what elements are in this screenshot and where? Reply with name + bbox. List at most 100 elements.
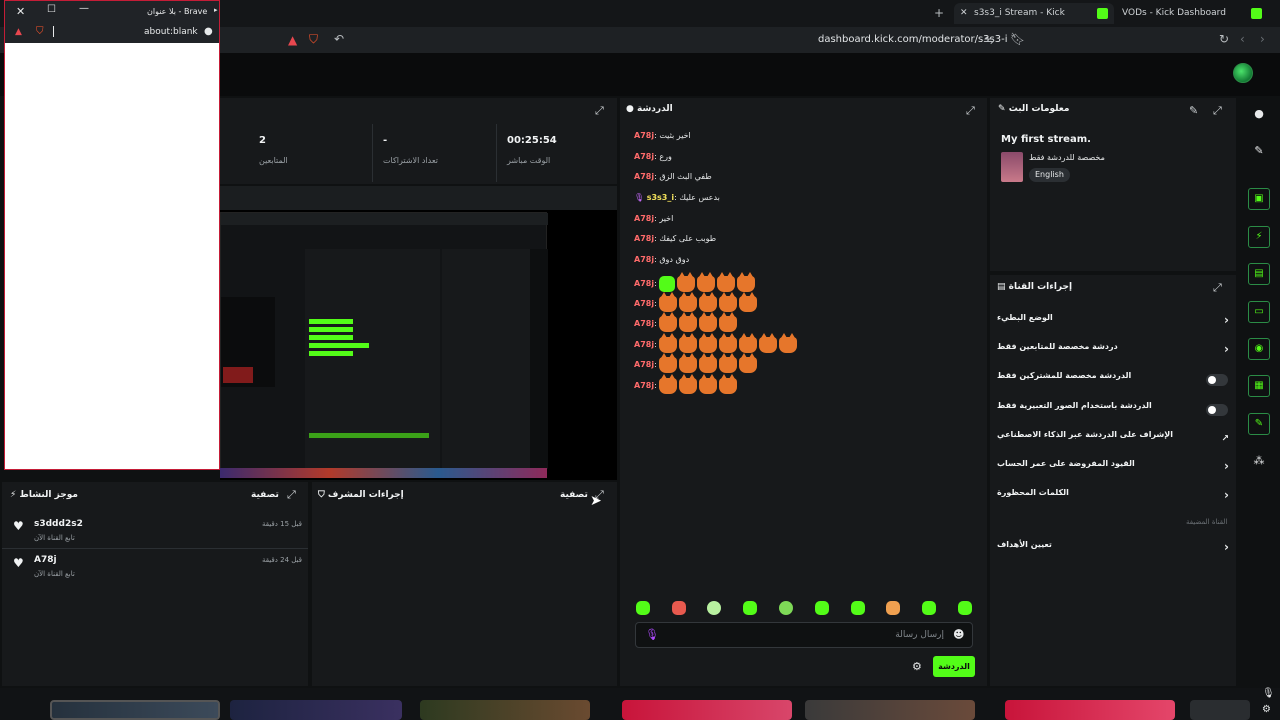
forward-icon[interactable]: › [1260, 33, 1265, 45]
emoji-icon[interactable]: ☻ [953, 628, 964, 641]
site-info-icon[interactable]: ● [204, 26, 213, 37]
back-icon[interactable]: ‹ [1240, 33, 1245, 45]
close-icon[interactable]: ✕ [16, 5, 25, 18]
edit-icon[interactable]: ✎ [1248, 140, 1270, 162]
emote-button[interactable] [815, 601, 829, 615]
game-thumbnail[interactable] [1190, 700, 1250, 720]
username[interactable]: A78j [634, 234, 654, 243]
username[interactable]: A78j [634, 381, 654, 390]
subscribers-only-toggle[interactable] [1206, 374, 1228, 386]
stream-info-panel: ⤢ ✎ ✎ معلومات البث My first stream. مخصص… [990, 98, 1236, 271]
username[interactable]: A78j [634, 360, 654, 369]
chat-input[interactable] [635, 622, 973, 648]
mic-icon[interactable]: 🎙︎ [1262, 688, 1275, 699]
tab-stream[interactable]: ✕ s3s3_i Stream - Kick Dashboard [954, 3, 1114, 39]
window-menu-icon[interactable]: ▸ [214, 6, 218, 14]
popup-url[interactable]: about:blank [144, 27, 198, 37]
emote-button[interactable] [922, 601, 936, 615]
chat-message: A78j: [634, 291, 757, 313]
layout-icon[interactable]: ▦ [1248, 375, 1270, 397]
game-thumbnail[interactable] [805, 700, 975, 720]
emote-button[interactable] [707, 601, 721, 615]
subscribers-only-row: الدردشة مخصصة للمشتركين فقط [997, 371, 1229, 389]
emote-button[interactable] [743, 601, 757, 615]
slow-mode-row[interactable]: الوضع البطيء › [997, 313, 1229, 331]
minimize-icon[interactable]: — [79, 3, 89, 14]
document-icon[interactable]: ▤ [1248, 263, 1270, 285]
brave-shield-icon[interactable]: ⛉ [36, 26, 44, 37]
expand-icon[interactable]: ⤢ [966, 104, 975, 118]
user-avatar[interactable] [1233, 63, 1253, 83]
mic-icon[interactable]: 🎙︎ [645, 628, 659, 641]
reload-history-icon[interactable]: ↶ [334, 33, 344, 45]
game-thumbnail[interactable] [1005, 700, 1175, 720]
banned-words-row[interactable]: الكلمات المحظورة › [997, 488, 1229, 506]
close-icon[interactable]: ✕ [960, 3, 968, 24]
reload-icon[interactable]: ↻ [1219, 33, 1229, 45]
followers-only-row[interactable]: دردشة مخصصة للمتابعين فقط › [997, 342, 1229, 360]
emote-only-toggle[interactable] [1206, 404, 1228, 416]
expand-icon[interactable]: ⤢ [287, 488, 296, 502]
settings-icon[interactable]: ⚙ [1262, 704, 1271, 715]
category-name[interactable]: مخصصة للدردشة فقط [1029, 153, 1105, 162]
mod-filter-button[interactable]: تصفية [560, 490, 588, 500]
emote-button[interactable] [636, 601, 650, 615]
chat-icon[interactable]: ▭ [1248, 301, 1270, 323]
emote [778, 332, 797, 353]
emote-button[interactable] [886, 601, 900, 615]
game-thumbnail[interactable] [622, 700, 792, 720]
edit-pencil-icon[interactable]: ✎ [1189, 104, 1198, 117]
screen-icon[interactable]: ▣ [1248, 188, 1270, 210]
activity-username[interactable]: s3ddd2s2 [34, 519, 83, 529]
bookmark-icon[interactable]: 🔖︎ [1010, 33, 1025, 45]
game-thumbnail[interactable] [50, 700, 220, 720]
wrench-icon[interactable]: ✎ [1248, 413, 1270, 435]
username[interactable]: A78j [634, 279, 654, 288]
preview-taskbar [220, 468, 547, 478]
site-settings-icon[interactable]: ⇋ [984, 34, 994, 46]
expand-icon[interactable]: ⤢ [1213, 281, 1222, 295]
popup-title: بلا عنوان - Brave [147, 7, 208, 16]
url-text[interactable]: dashboard.kick.com/moderator/s3s3-i [818, 34, 1008, 45]
brave-shield-icon[interactable]: ⛉ [309, 33, 318, 45]
brave-rewards-icon[interactable]: ▲ [288, 34, 297, 46]
account-age-row[interactable]: القيود المفروضة على عمر الحساب › [997, 459, 1229, 477]
maximize-icon[interactable]: ☐ [47, 4, 56, 15]
emote-button[interactable] [779, 601, 793, 615]
new-tab-icon[interactable]: + [934, 7, 944, 19]
info-icon[interactable]: ● [1248, 103, 1270, 125]
username[interactable]: A78j [634, 299, 654, 308]
emote [658, 352, 677, 373]
send-chat-button[interactable]: الدردشة [933, 656, 975, 677]
share-icon[interactable]: ⁂ [1248, 450, 1270, 472]
chat-message: A78j: [634, 373, 737, 395]
emote [738, 332, 757, 353]
username[interactable]: A78j [634, 340, 654, 349]
activity-filter-button[interactable]: تصفية [251, 490, 279, 500]
chat-settings-gear-icon[interactable]: ⚙ [912, 660, 922, 673]
username[interactable]: A78j [634, 319, 654, 328]
username[interactable]: s3s3_i [647, 193, 674, 202]
tab-vods[interactable]: VODs - Kick Dashboard [1118, 3, 1268, 24]
ai-moderation-row[interactable]: الإشراف على الدردشة عبر الذكاء الاصطناعي… [997, 430, 1229, 448]
message-text: اخير بثيت [659, 131, 691, 140]
activity-time: قبل 24 دقيقة [262, 556, 303, 564]
emote-button[interactable] [851, 601, 865, 615]
activity-username[interactable]: A78j [34, 555, 57, 565]
game-thumbnail[interactable] [420, 700, 590, 720]
username[interactable]: A78j [634, 172, 654, 181]
username[interactable]: A78j [634, 255, 654, 264]
username[interactable]: A78j [634, 214, 654, 223]
expand-icon[interactable]: ⤢ [595, 104, 604, 118]
emote-button[interactable] [958, 601, 972, 615]
username[interactable]: A78j [634, 131, 654, 140]
emote-button[interactable] [672, 601, 686, 615]
expand-icon[interactable]: ⤢ [1213, 104, 1222, 118]
stream-preview[interactable] [220, 210, 617, 480]
username[interactable]: A78j [634, 152, 654, 161]
game-thumbnail[interactable] [230, 700, 402, 720]
brave-rewards-icon[interactable]: ▲ [15, 27, 22, 37]
lightning-icon[interactable]: ⚡ [1248, 226, 1270, 248]
broadcast-icon[interactable]: ◉ [1248, 338, 1270, 360]
set-goals-row[interactable]: تعيين الأهداف › [997, 540, 1229, 558]
